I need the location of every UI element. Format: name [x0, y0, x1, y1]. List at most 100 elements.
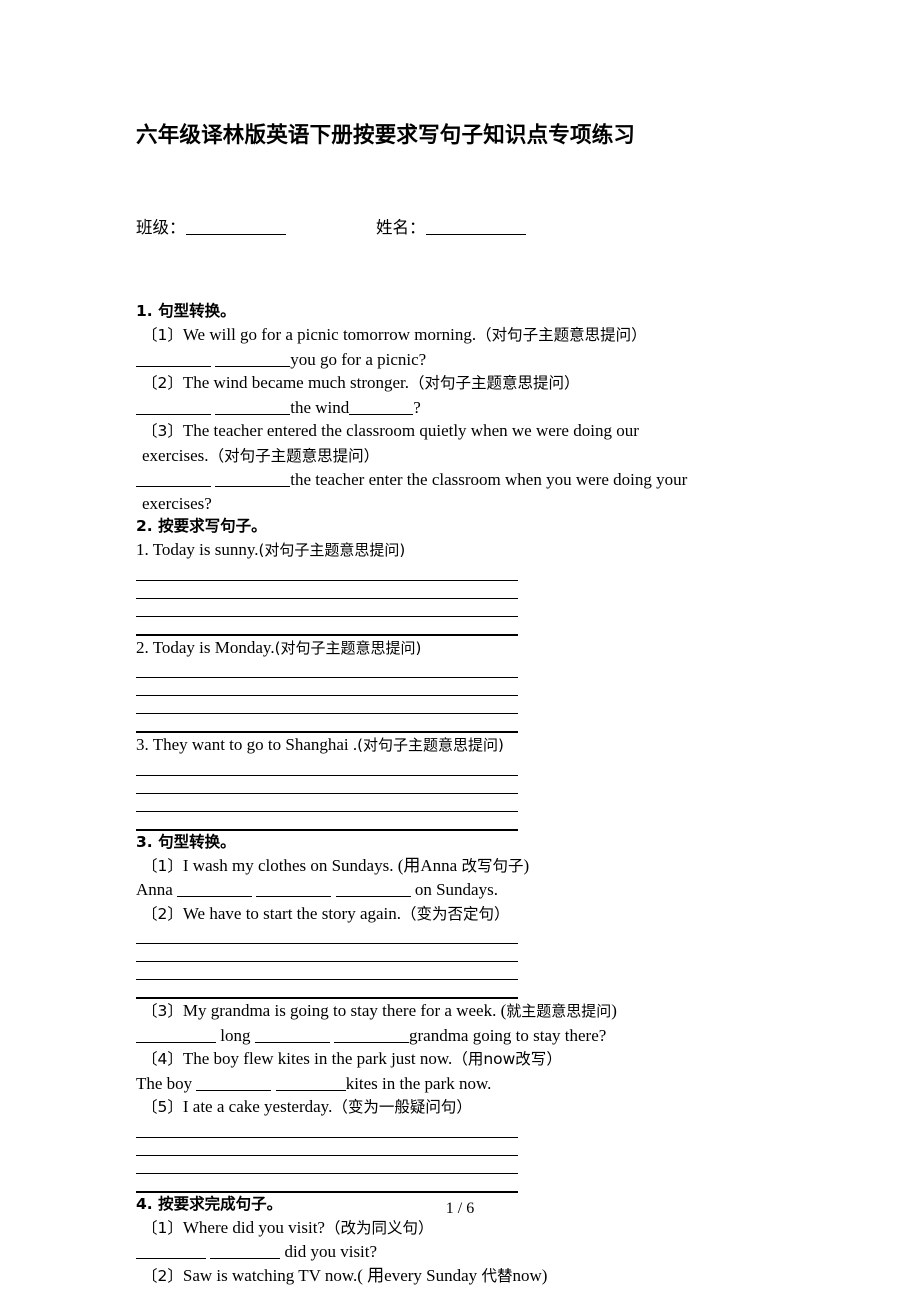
- answer-blank[interactable]: [136, 401, 211, 415]
- question-note-close: ): [611, 1001, 617, 1020]
- section-1-heading: 1. 句型转换。: [136, 302, 236, 320]
- question-text: I wash my clothes on Sundays. (用Anna: [182, 855, 462, 875]
- answer-line[interactable]: [136, 678, 518, 696]
- page-footer: 1 / 6: [0, 1200, 920, 1218]
- answer-line[interactable]: [136, 696, 518, 714]
- answer-blank[interactable]: [215, 353, 291, 367]
- question-note: （对句子主题意思提问）: [409, 374, 580, 392]
- answer-blank[interactable]: [215, 473, 291, 487]
- page-title: 六年级译林版英语下册按要求写句子知识点专项练习: [136, 123, 636, 148]
- question-note: (对句子主题意思提问): [258, 541, 406, 559]
- answer-blank[interactable]: [196, 1077, 272, 1091]
- answer-blank[interactable]: [275, 1077, 346, 1091]
- answer-lines-3-2[interactable]: [136, 926, 518, 999]
- question-note: （改为同义句）: [324, 1218, 434, 1237]
- item-marker: 〔2〕: [142, 1266, 183, 1285]
- answer-line[interactable]: [136, 1138, 518, 1156]
- answer-3-1: Anna on Sundays.: [136, 878, 796, 902]
- item-marker: 〔2〕: [142, 374, 183, 392]
- question-text: My grandma is going to stay there for a …: [182, 1001, 507, 1020]
- answer-line[interactable]: [136, 944, 518, 962]
- worksheet-page: 六年级译林版英语下册按要求写句子知识点专项练习 班级： 姓名： 1. 句型转换。…: [0, 0, 920, 1302]
- question-2-2: 2. Today is Monday.(对句子主题意思提问): [136, 636, 796, 661]
- name-label: 姓名：: [376, 218, 426, 237]
- section-2-heading: 2. 按要求写句子。: [136, 517, 267, 535]
- question-note: (对句子主题意思提问): [274, 638, 422, 657]
- question-note: （对句子主题意思提问）: [476, 326, 647, 344]
- question-text: 2. Today is Monday.: [136, 637, 275, 657]
- answer-line[interactable]: [136, 563, 518, 581]
- name-blank[interactable]: [425, 220, 526, 235]
- answer-line[interactable]: [136, 962, 518, 980]
- class-label: 班级：: [136, 218, 186, 237]
- item-marker: 〔1〕: [142, 326, 183, 344]
- answer-blank[interactable]: [254, 1029, 330, 1043]
- question-text: The teacher entered the classroom quietl…: [182, 421, 639, 440]
- answer-blank[interactable]: [215, 401, 291, 415]
- answer-lines-3-5[interactable]: [136, 1120, 518, 1193]
- answer-text: the teacher enter the classroom when you…: [290, 470, 688, 489]
- answer-blank[interactable]: [177, 883, 253, 897]
- answer-lines-2-3[interactable]: [136, 758, 518, 831]
- answer-line[interactable]: [136, 758, 518, 776]
- answer-mid: long: [220, 1025, 251, 1045]
- question-text: The wind became much stronger.: [182, 373, 409, 392]
- answer-3-4: The boy kites in the park now.: [136, 1072, 796, 1096]
- answer-line[interactable]: [136, 599, 518, 617]
- question-text: I ate a cake yesterday.: [182, 1097, 333, 1116]
- answer-lines-2-1[interactable]: [136, 563, 518, 636]
- answer-line[interactable]: [136, 581, 518, 599]
- question-note: （对句子主题意思提问）: [208, 446, 380, 465]
- section-3-heading: 3. 句型转换。: [136, 832, 236, 851]
- answer-blank[interactable]: [256, 883, 332, 897]
- answer-blank[interactable]: [335, 883, 411, 897]
- name-field[interactable]: 姓名：: [376, 214, 526, 238]
- answer-blank[interactable]: [333, 1029, 409, 1043]
- question-3-3: 〔3〕My grandma is going to stay there for…: [136, 999, 796, 1024]
- answer-line[interactable]: [136, 980, 518, 999]
- question-text: 1. Today is sunny.: [136, 540, 259, 559]
- answer-line[interactable]: [136, 1174, 518, 1193]
- question-1-2: 〔2〕The wind became much stronger.（对句子主题意…: [136, 371, 796, 396]
- answer-line[interactable]: [136, 812, 518, 831]
- answer-blank[interactable]: [349, 401, 414, 415]
- answer-line[interactable]: [136, 1156, 518, 1174]
- answer-blank[interactable]: [136, 1029, 216, 1043]
- answer-prefix: The boy: [136, 1073, 193, 1093]
- answer-1-3: the teacher enter the classroom when you…: [136, 468, 796, 492]
- answer-line[interactable]: [136, 776, 518, 794]
- question-3-5: 〔5〕I ate a cake yesterday.（变为一般疑问句）: [136, 1095, 796, 1120]
- question-text: Where did you visit?: [182, 1217, 325, 1237]
- question-note: 改写句子: [461, 856, 524, 875]
- question-note: 就主题意思提问: [506, 1002, 612, 1020]
- answer-line[interactable]: [136, 926, 518, 944]
- answer-suffix: did you visit?: [284, 1242, 378, 1261]
- answer-line[interactable]: [136, 794, 518, 812]
- answer-text: the wind: [290, 397, 350, 417]
- answer-3-3: long grandma going to stay there?: [136, 1024, 796, 1048]
- item-marker: 〔4〕: [142, 1050, 183, 1068]
- question-text: The boy flew kites in the park just now.: [182, 1049, 453, 1068]
- answer-line[interactable]: [136, 714, 518, 733]
- question-1-3-cont: exercises.（对句子主题意思提问）: [136, 444, 796, 469]
- answer-blank[interactable]: [210, 1245, 281, 1259]
- answer-blank[interactable]: [136, 1245, 206, 1259]
- answer-blank[interactable]: [136, 473, 211, 487]
- answer-blank[interactable]: [136, 353, 211, 367]
- answer-text-cont: exercises?: [142, 493, 212, 513]
- question-text-cont: exercises.: [142, 445, 209, 465]
- answer-4-1: did you visit?: [136, 1240, 796, 1264]
- class-field[interactable]: 班级：: [136, 214, 286, 238]
- answer-suffix: kites in the park now.: [345, 1073, 492, 1093]
- answer-line[interactable]: [136, 660, 518, 678]
- answer-line[interactable]: [136, 617, 518, 636]
- question-text: We have to start the story again.: [182, 903, 402, 923]
- question-note-close: ）: [546, 1050, 562, 1068]
- class-blank[interactable]: [185, 220, 286, 235]
- answer-lines-2-2[interactable]: [136, 660, 518, 733]
- question-1-1: 〔1〕We will go for a picnic tomorrow morn…: [136, 323, 796, 348]
- item-marker: 〔3〕: [142, 1002, 183, 1020]
- question-note: (对句子主题意思提问): [357, 736, 504, 754]
- answer-line[interactable]: [136, 1120, 518, 1138]
- answer-text: you go for a picnic?: [290, 349, 427, 369]
